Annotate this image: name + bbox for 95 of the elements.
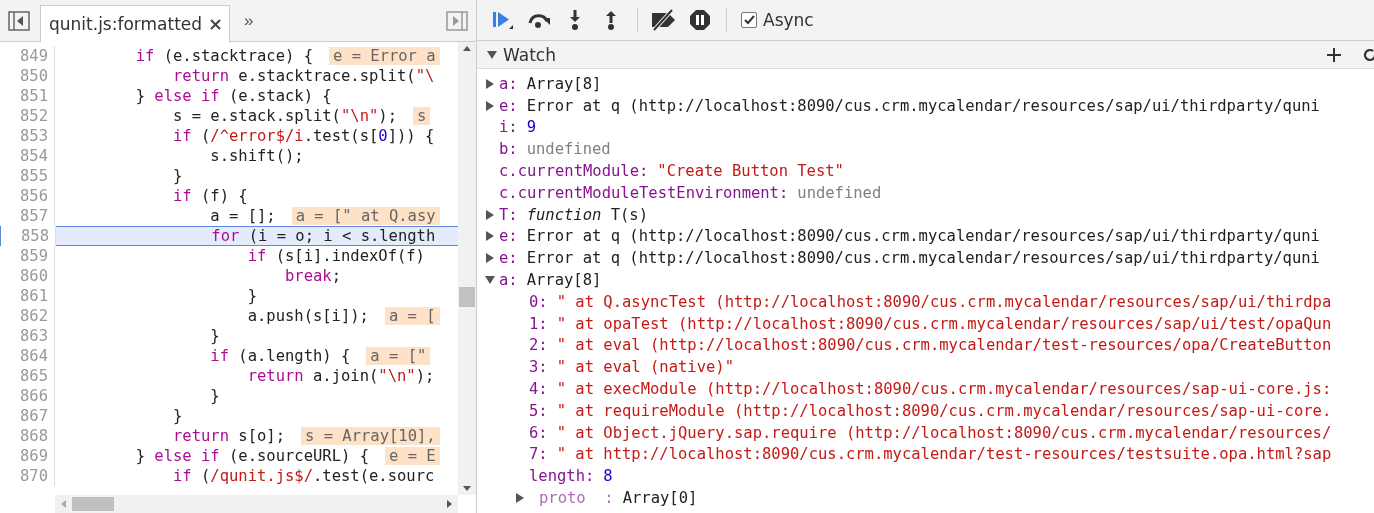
property-name: a: [499,271,518,290]
property-name: 3: [529,358,548,377]
property-value: "Create Button Test" [657,162,844,181]
property-value: 8 [603,467,613,486]
collapsed-triangle-icon[interactable] [485,253,495,264]
inline-value: a = [ [384,307,440,325]
code-line: if (s[i].indexOf(f) [246,247,425,265]
code-line: } [246,287,257,305]
property-value: undefined [526,140,611,159]
watch-header[interactable]: Watch [477,41,1374,69]
inline-value: e = Error a [328,47,440,65]
property-name: length: [529,467,595,486]
collapsed-triangle-icon[interactable] [485,78,495,89]
property-value: " at Object.jQuery.sap.require (http://localhost:8090/cus.crm.mycalendar/resources/ [556,423,1332,442]
async-checkbox[interactable]: Async [741,10,814,30]
code-line: } [209,387,220,405]
scrollbar-thumb[interactable] [72,497,114,511]
expanded-triangle-icon[interactable] [485,275,495,286]
property-value: function T(s) [526,205,648,224]
code-line: break; [283,267,341,285]
file-tab[interactable]: qunit.js:formatted [40,5,231,42]
code-line: } else if (e.sourceURL) { [134,447,369,465]
property-value: " at requireModule (http://localhost:8090/cus.crm.mycalendar/resources/sap-ui-core. [556,401,1332,420]
scroll-down-icon[interactable] [463,486,471,491]
line-number: 858 [0,226,56,246]
property-value: 9 [526,118,536,137]
property-name: i: [499,118,518,137]
code-line: return a.join("\n"); [246,367,435,385]
property-value: Array[0] [622,489,698,508]
code-line: } [171,407,183,425]
property-name: e: [499,96,518,115]
vertical-scrollbar[interactable] [458,42,476,495]
expanded-triangle-icon[interactable] [487,49,497,60]
collapsed-triangle-icon[interactable] [485,100,495,111]
property-name: 5: [529,401,548,420]
scroll-up-icon[interactable] [463,46,471,51]
code-line: } [209,327,220,345]
property-value: undefined [797,183,882,202]
code-line: return s[o]; [171,427,285,445]
collapsed-triangle-icon[interactable] [485,209,495,220]
code-line: return e.stacktrace.split("\ [171,67,435,85]
property-name: c.currentModuleTestEnvironment: [499,183,789,202]
property-name: 4: [529,380,548,399]
collapsed-triangle-icon[interactable] [485,231,495,242]
refresh-icon[interactable] [1362,46,1374,63]
property-value: " at opaTest (http://localhost:8090/cus.crm.mycalendar/resources/sap/ui/test/opaQun [556,314,1332,333]
code-line: s.shift(); [209,147,304,165]
code-line: } [171,167,183,185]
property-value: " at Q.asyncTest (http://localhost:8090/cus.crm.mycalendar/resources/sap/ui/thirdpa [556,292,1332,311]
property-name: a: [499,74,518,93]
code-line: if (e.stacktrace) { [134,47,313,65]
property-name: b: [499,140,518,159]
code-line: if (a.length) { [209,347,351,365]
checkbox-label: Async [763,10,814,30]
checkbox[interactable] [741,12,757,28]
code-line: for (i = o; i < s.length [210,227,436,245]
property-value: Array[8] [526,271,602,290]
inline-value: s = Array[10], [301,427,440,445]
property-value: Error at q (http://localhost:8090/cus.crm.mycalendar/resources/sap/ui/thirdparty/quni [526,96,1320,115]
property-value: " at http://localhost:8090/cus.crm.mycalendar/test-resources/testsuite.opa.html?sap [556,445,1332,464]
property-value: " at eval (http://localhost:8090/cus.crm.mycalendar/test-resources/opa/CreateButton [556,336,1332,355]
scroll-right-icon[interactable] [447,500,452,508]
code-line: s = e.stack.split("\n"); [171,107,397,125]
property-value: " at execModule (http://localhost:8090/cus.crm.mycalendar/resources/sap-ui-core.js: [556,380,1332,399]
property-name: 1: [529,314,548,333]
collapsed-triangle-icon[interactable] [515,493,525,504]
property-name: 7: [529,445,548,464]
inline-value: s [412,107,431,125]
property-value: Error at q (http://localhost:8090/cus.crm.mycalendar/resources/sap/ui/thirdparty/quni [526,249,1320,268]
property-name: e: [499,249,518,268]
inline-value: a = [" at Q.asy [291,207,440,225]
add-icon[interactable] [1326,46,1342,63]
close-icon[interactable] [210,18,222,30]
inline-value: a = [" [366,347,431,365]
section-title: Watch [503,44,556,65]
code-line: if (/^error$/i.test(s[0])) { [171,127,435,145]
code-line: if (/qunit.js$/.test(e.sourc [171,467,435,485]
inline-value: e = E [384,447,440,465]
property-name: 2: [529,336,548,355]
property-name: T: [499,205,518,224]
property-value: Array[8] [526,74,602,93]
property-name: e: [499,227,518,246]
code-line: } else if (e.stack) { [134,87,332,105]
scrollbar-thumb[interactable] [459,287,475,307]
property-value: " at eval (native)" [556,358,734,377]
property-name: 0: [529,292,548,311]
property-value: Error at q (http://localhost:8090/cus.crm.mycalendar/resources/sap/ui/thirdparty/quni [526,227,1320,246]
more-tabs-button[interactable]: » [244,10,254,31]
property-name: 6: [529,423,548,442]
code-line: a = []; [209,207,276,225]
property-name: c.currentModule: [499,162,649,181]
property-name: proto : [538,489,614,508]
code-line: a.push(s[i]); [246,307,369,325]
code-line: if (f) { [171,187,248,205]
horizontal-scrollbar[interactable] [55,495,458,513]
